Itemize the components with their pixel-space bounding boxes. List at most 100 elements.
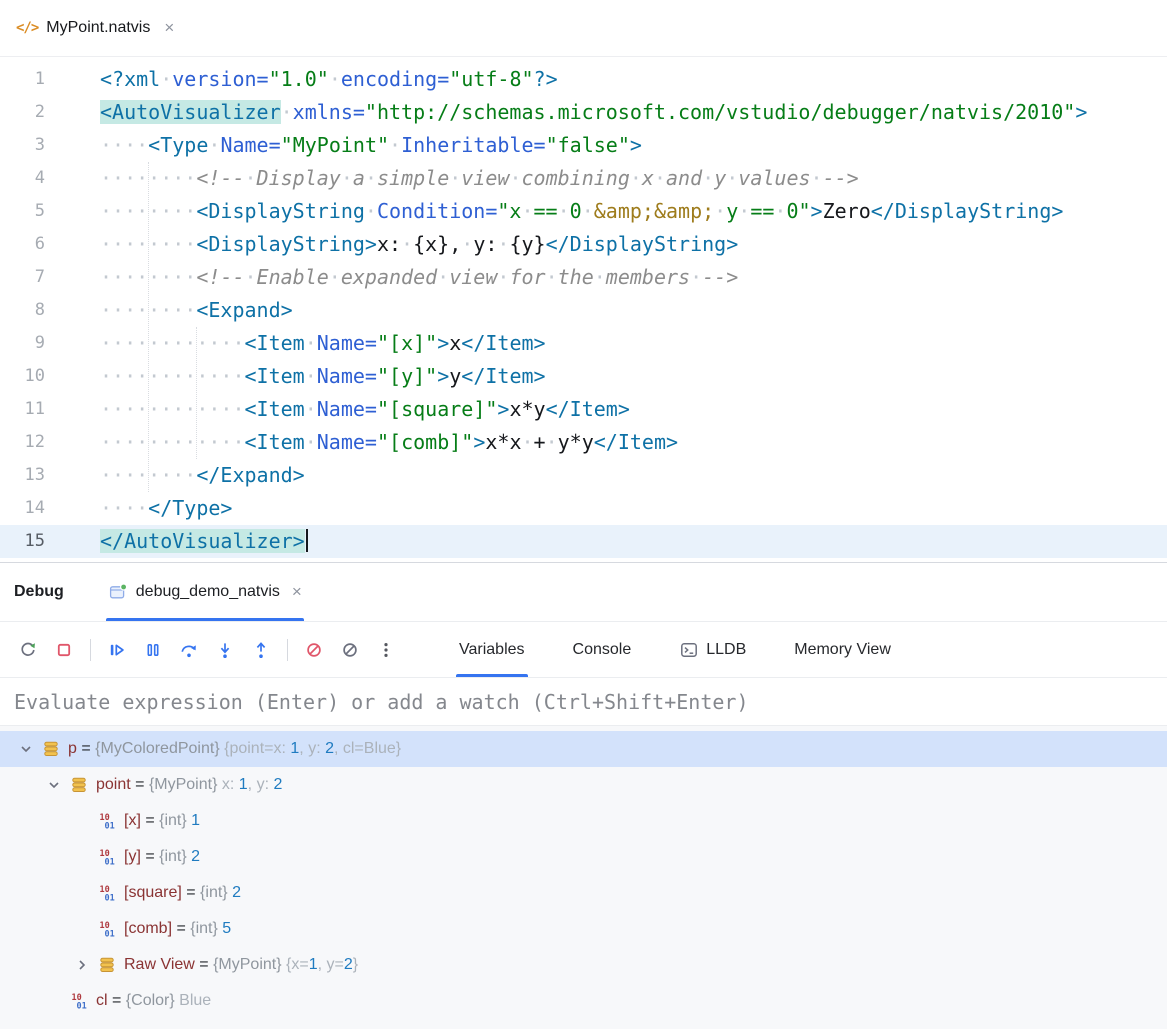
primitive-icon: 1001 [98, 884, 116, 902]
toolbar-separator [287, 639, 288, 661]
mute-breakpoints-icon [304, 640, 324, 660]
step-over-button[interactable] [174, 635, 204, 665]
mute-breakpoints-button[interactable] [299, 635, 329, 665]
tab-label: LLDB [706, 641, 746, 659]
line-code[interactable]: ········<Expand> [45, 294, 293, 327]
variable-row-x[interactable]: 1001[x] = {int} 1 [0, 803, 1167, 839]
variable-row-point[interactable]: point = {MyPoint} x: 1, y: 2 [0, 767, 1167, 803]
line-code[interactable]: ············<Item·Name="[comb]">x*x·+·y*… [45, 426, 678, 459]
line-number[interactable]: 1 [0, 63, 45, 96]
tab-mypoint-natvis[interactable]: </> MyPoint.natvis × [16, 18, 174, 38]
primitive-icon: 1001 [98, 848, 116, 866]
editor-line-3[interactable]: 3····<Type·Name="MyPoint"·Inheritable="f… [0, 129, 1167, 162]
variable-row-comb[interactable]: 1001[comb] = {int} 5 [0, 911, 1167, 947]
line-code[interactable]: ········<!--·Display·a·simple·view·combi… [45, 162, 859, 195]
tab-debug-session[interactable]: debug_demo_natvis × [106, 563, 304, 621]
chevron-down-icon[interactable] [16, 739, 42, 759]
editor-line-15[interactable]: 15</AutoVisualizer> [0, 525, 1167, 558]
step-out-icon [251, 640, 271, 660]
line-number[interactable]: 2 [0, 96, 45, 129]
terminal-icon [679, 640, 699, 660]
debug-tabs: Variables Console LLDB Memory View [456, 622, 936, 677]
variable-row-square[interactable]: 1001 [square] = {int} 2 [0, 875, 1167, 911]
watch-expression-input[interactable]: Evaluate expression (Enter) or add a wat… [0, 678, 1167, 726]
line-number[interactable]: 15 [0, 525, 45, 558]
variable-text: [square] = {int} 2 [124, 884, 241, 902]
line-number[interactable]: 11 [0, 393, 45, 426]
selected-tab-underline [106, 618, 304, 621]
editor-tab-title: MyPoint.natvis [46, 19, 150, 37]
line-number[interactable]: 3 [0, 129, 45, 162]
slashed-circle-button[interactable] [335, 635, 365, 665]
editor-lines: 1<?xml·version="1.0"·encoding="utf-8"?>2… [0, 63, 1167, 558]
editor-line-4[interactable]: 4········<!--·Display·a·simple·view·comb… [0, 162, 1167, 195]
primitive-icon: 1001 [98, 812, 116, 830]
line-code[interactable]: <?xml·version="1.0"·encoding="utf-8"?> [45, 63, 558, 96]
svg-text:01: 01 [105, 858, 115, 867]
chevron-right-icon[interactable] [72, 955, 98, 975]
close-session-tab-icon[interactable]: × [292, 582, 302, 602]
line-code[interactable]: ············<Item·Name="[square]">x*y</I… [45, 393, 630, 426]
rerun-button[interactable] [13, 635, 43, 665]
resume-button[interactable] [102, 635, 132, 665]
watch-hint-text: Evaluate expression (Enter) or add a wat… [14, 690, 749, 714]
editor-line-14[interactable]: 14····</Type> [0, 492, 1167, 525]
line-number[interactable]: 13 [0, 459, 45, 492]
object-icon [70, 776, 88, 794]
line-number[interactable]: 8 [0, 294, 45, 327]
variable-row-raw-view[interactable]: Raw View = {MyPoint} {x=1, y=2} [0, 947, 1167, 983]
line-number[interactable]: 5 [0, 195, 45, 228]
variable-row-cl[interactable]: 1001cl = {Color} Blue [0, 983, 1167, 1019]
pause-button[interactable] [138, 635, 168, 665]
editor-line-6[interactable]: 6········<DisplayString>x:·{x},·y:·{y}</… [0, 228, 1167, 261]
step-into-button[interactable] [210, 635, 240, 665]
tab-label: Memory View [794, 641, 891, 659]
line-code[interactable]: ····</Type> [45, 492, 232, 525]
debug-panel-title: Debug [14, 583, 64, 601]
line-code[interactable]: ············<Item·Name="[y]">y</Item> [45, 360, 546, 393]
line-code[interactable]: ········<DisplayString·Condition="x·==·0… [45, 195, 1063, 228]
variable-text: point = {MyPoint} x: 1, y: 2 [96, 776, 282, 794]
text-caret [306, 529, 308, 552]
line-number[interactable]: 14 [0, 492, 45, 525]
editor-line-11[interactable]: 11············<Item·Name="[square]">x*y<… [0, 393, 1167, 426]
stop-button[interactable] [49, 635, 79, 665]
pause-icon [143, 640, 163, 660]
editor-line-13[interactable]: 13········</Expand> [0, 459, 1167, 492]
line-code[interactable]: ············<Item·Name="[x]">x</Item> [45, 327, 546, 360]
object-icon [42, 740, 60, 758]
step-over-icon [179, 640, 199, 660]
line-code[interactable]: ········</Expand> [45, 459, 305, 492]
tab-memory-view[interactable]: Memory View [791, 622, 894, 677]
editor-line-5[interactable]: 5········<DisplayString·Condition="x·==·… [0, 195, 1167, 228]
more-options-button[interactable] [371, 635, 401, 665]
editor-line-12[interactable]: 12············<Item·Name="[comb]">x*x·+·… [0, 426, 1167, 459]
session-tab-label: debug_demo_natvis [136, 583, 280, 601]
line-number[interactable]: 9 [0, 327, 45, 360]
close-tab-icon[interactable]: × [164, 18, 174, 38]
tab-variables[interactable]: Variables [456, 622, 528, 677]
editor-line-7[interactable]: 7········<!--·Enable·expanded·view·for·t… [0, 261, 1167, 294]
editor-line-2[interactable]: 2<AutoVisualizer·xmlns="http://schemas.m… [0, 96, 1167, 129]
line-code[interactable]: </AutoVisualizer> [45, 525, 308, 558]
editor-line-8[interactable]: 8········<Expand> [0, 294, 1167, 327]
tab-lldb[interactable]: LLDB [676, 622, 749, 677]
chevron-down-icon[interactable] [44, 775, 70, 795]
line-number[interactable]: 4 [0, 162, 45, 195]
line-number[interactable]: 10 [0, 360, 45, 393]
line-code[interactable]: ····<Type·Name="MyPoint"·Inheritable="fa… [45, 129, 642, 162]
variable-text: [y] = {int} 2 [124, 848, 200, 866]
code-editor[interactable]: 1<?xml·version="1.0"·encoding="utf-8"?>2… [0, 57, 1167, 562]
variable-row-y[interactable]: 1001 [y] = {int} 2 [0, 839, 1167, 875]
chevron-spacer [72, 811, 98, 831]
line-number[interactable]: 12 [0, 426, 45, 459]
tab-console[interactable]: Console [570, 622, 635, 677]
line-code[interactable]: <AutoVisualizer·xmlns="http://schemas.mi… [45, 96, 1087, 129]
line-number[interactable]: 7 [0, 261, 45, 294]
editor-line-10[interactable]: 10············<Item·Name="[y]">y</Item> [0, 360, 1167, 393]
editor-line-9[interactable]: 9············<Item·Name="[x]">x</Item> [0, 327, 1167, 360]
variable-row-p[interactable]: p = {MyColoredPoint} {point=x: 1, y: 2, … [0, 731, 1167, 767]
step-out-button[interactable] [246, 635, 276, 665]
editor-line-1[interactable]: 1<?xml·version="1.0"·encoding="utf-8"?> [0, 63, 1167, 96]
line-number[interactable]: 6 [0, 228, 45, 261]
